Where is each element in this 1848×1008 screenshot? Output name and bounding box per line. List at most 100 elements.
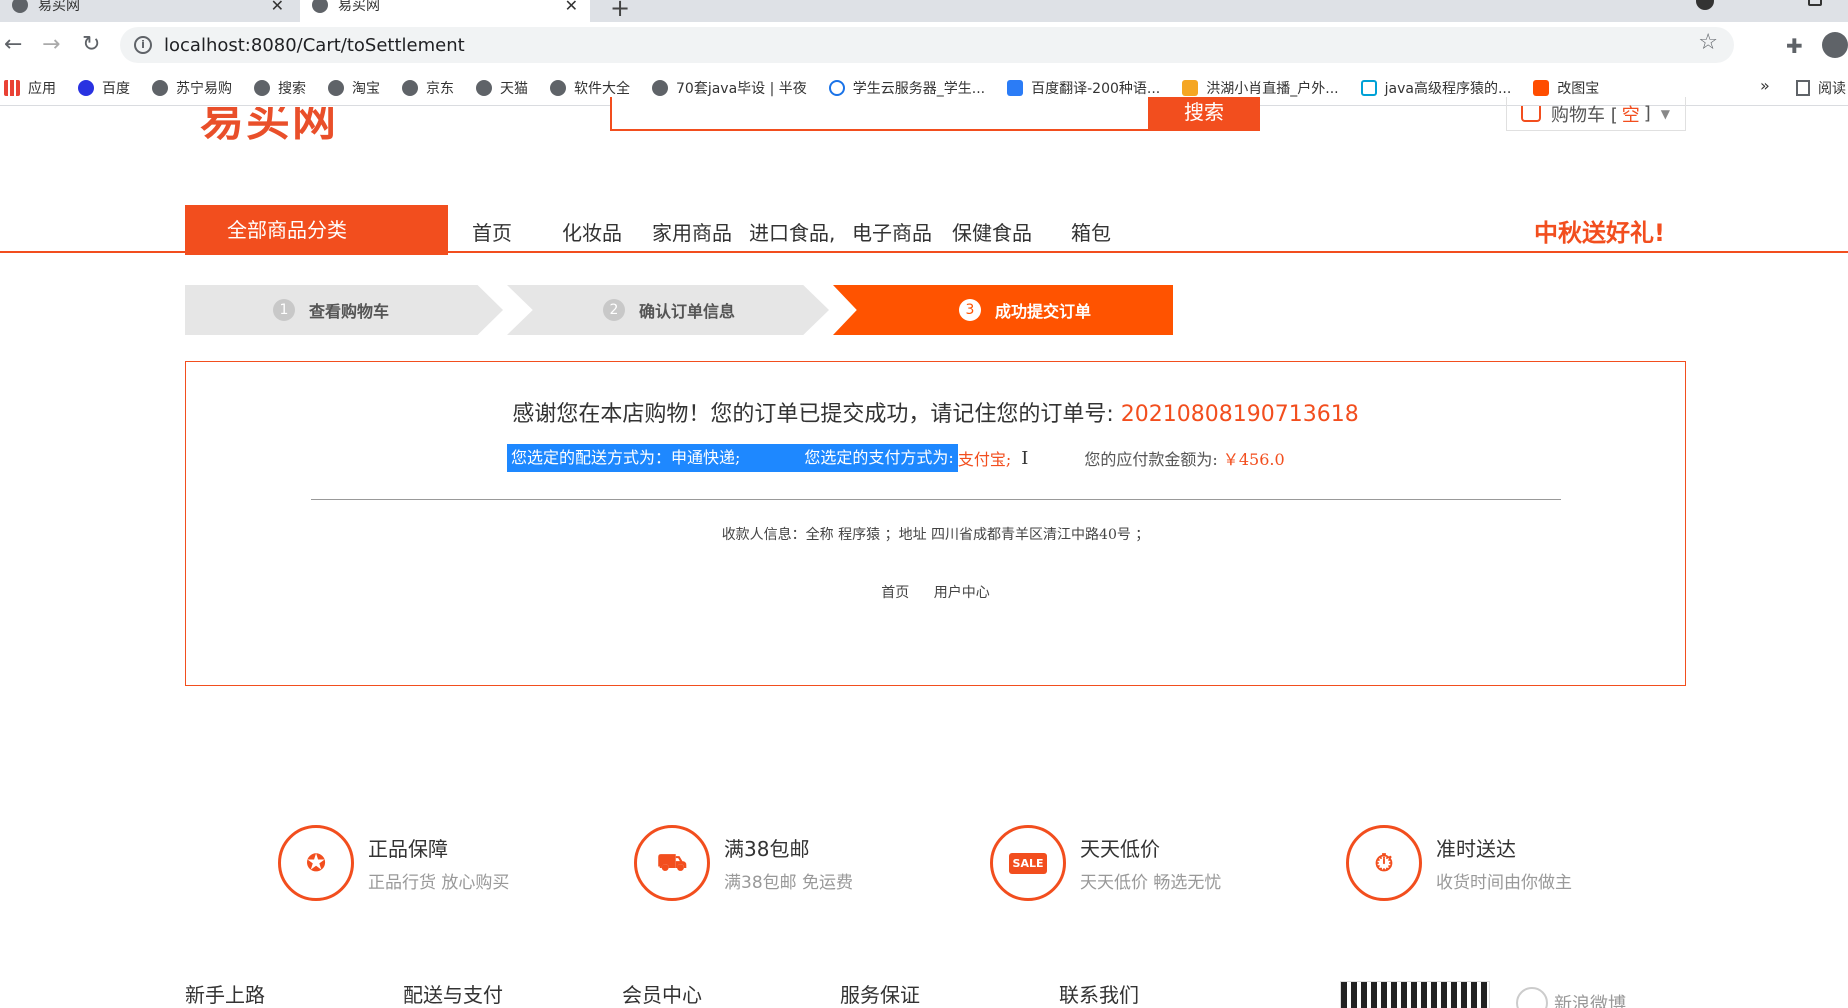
huya-icon xyxy=(1182,79,1199,96)
bookmark-item[interactable]: 搜索 xyxy=(254,78,306,98)
promo-link[interactable]: 中秋送好礼! xyxy=(1534,213,1665,248)
amount-label: 您的应付款金额为: xyxy=(1084,450,1218,469)
shipping-method: 您选定的配送方式为：申通快递; xyxy=(511,448,741,467)
browser-tab-active[interactable]: 易买网 ✕ xyxy=(300,0,590,22)
page-content: 易买网 搜索 购物车 [ 空 ] ▼ 全部商品分类 首页 化妆品 家用商品 进口… xyxy=(0,97,1848,1008)
user-center-link[interactable]: 用户中心 xyxy=(934,585,990,601)
close-icon[interactable]: ✕ xyxy=(271,0,284,15)
tab-title: 易买网 xyxy=(338,0,380,14)
bookmark-item[interactable]: 淘宝 xyxy=(328,78,380,98)
badge-icon: ✪ xyxy=(278,825,354,901)
order-result-panel: 感谢您在本店购物！您的订单已提交成功，请记住您的订单号: 20210808190… xyxy=(185,361,1686,686)
apps-icon xyxy=(4,79,20,96)
feature-title: 满38包邮 xyxy=(724,837,810,861)
bookmark-item[interactable]: 京东 xyxy=(402,78,454,98)
footer-col-delivery[interactable]: 配送与支付 xyxy=(403,979,503,1008)
nav-item-imported-food[interactable]: 进口食品, xyxy=(749,217,835,246)
extensions-icon[interactable]: ✚ xyxy=(1786,34,1803,58)
close-icon[interactable]: ✕ xyxy=(565,0,578,15)
download-icon[interactable] xyxy=(1696,0,1714,10)
feature-subtitle: 收货时间由你做主 xyxy=(1436,873,1572,893)
back-button[interactable]: ← xyxy=(4,32,22,57)
home-link[interactable]: 首页 xyxy=(881,585,909,601)
reading-list-button[interactable]: 阅读 xyxy=(1796,78,1846,98)
bookmark-item[interactable]: 改图宝 xyxy=(1533,78,1599,98)
selected-text: 您选定的配送方式为：申通快递; 您选定的支付方式为: xyxy=(507,444,958,472)
tab-title: 易买网 xyxy=(38,0,80,14)
step-confirm-order: 2 确认订单信息 xyxy=(507,285,829,335)
footer-col-member[interactable]: 会员中心 xyxy=(622,979,702,1008)
nav-item-household[interactable]: 家用商品 xyxy=(652,217,732,246)
bookmark-label: 淘宝 xyxy=(352,80,380,97)
truck-icon: ⛟ xyxy=(634,825,710,901)
bookmark-item[interactable]: 天猫 xyxy=(476,78,528,98)
payment-label: 您选定的支付方式为: xyxy=(804,448,954,467)
footer-col-contact[interactable]: 联系我们 xyxy=(1059,979,1139,1008)
result-links: 首页 用户中心 xyxy=(186,582,1685,602)
weibo-link[interactable]: 新浪微博 xyxy=(1516,987,1626,1008)
bookmark-item[interactable]: 学生云服务器_学生... xyxy=(828,78,986,98)
search-input[interactable] xyxy=(610,97,1150,131)
globe-icon xyxy=(476,79,492,96)
site-logo[interactable]: 易买网 xyxy=(200,107,338,143)
feature-title: 准时送达 xyxy=(1436,837,1516,861)
bookmark-item[interactable]: java高级程序猿的... xyxy=(1360,78,1512,98)
globe-icon xyxy=(328,79,344,96)
footer-col-service[interactable]: 服务保证 xyxy=(840,979,920,1008)
baidu-icon xyxy=(78,79,94,96)
forward-button[interactable]: → xyxy=(42,32,60,57)
bookmark-label: 改图宝 xyxy=(1557,80,1600,97)
bookmark-label: 应用 xyxy=(28,80,56,97)
cart-count: 空 xyxy=(1621,104,1640,126)
cart-icon xyxy=(1521,105,1541,122)
bookmark-label: java高级程序猿的... xyxy=(1384,80,1512,97)
footer-col-newbie[interactable]: 新手上路 xyxy=(185,979,265,1008)
bookmark-label: 学生云服务器_学生... xyxy=(852,80,986,97)
bookmark-item[interactable]: 苏宁易购 xyxy=(152,78,232,98)
feature-title: 正品保障 xyxy=(368,837,448,861)
globe-icon xyxy=(254,79,270,96)
bookmark-item[interactable]: 70套java毕设 | 半夜 xyxy=(652,78,807,98)
nav-item-bags[interactable]: 箱包 xyxy=(1071,217,1111,246)
url-text[interactable]: localhost:8080/Cart/toSettlement xyxy=(164,35,465,56)
step-number: 2 xyxy=(603,299,625,321)
bookmark-label: 天猫 xyxy=(500,80,528,97)
cart-label: 购物车 [ xyxy=(1551,104,1618,126)
amount-due: 您的应付款金额为: ￥456.0 xyxy=(1084,446,1284,470)
reload-button[interactable]: ↻ xyxy=(82,32,100,57)
search-button[interactable]: 搜索 xyxy=(1148,97,1260,131)
globe-icon xyxy=(12,0,28,13)
bookmark-item[interactable]: 软件大全 xyxy=(550,78,630,98)
feature-low-price: SALE 天天低价 天天低价 畅选无忧 xyxy=(990,825,1221,901)
stopwatch-icon: ⏱ xyxy=(1346,825,1422,901)
bookmark-item[interactable]: 百度翻译-200种语... xyxy=(1007,78,1160,98)
profile-avatar[interactable] xyxy=(1822,32,1848,58)
feature-title: 天天低价 xyxy=(1080,837,1160,861)
bookmark-label: 百度 xyxy=(102,80,130,97)
bookmark-label: 苏宁易购 xyxy=(176,80,232,97)
bookmark-item[interactable]: 洪湖小肖直播_户外... xyxy=(1182,78,1339,98)
nav-item-health-food[interactable]: 保健食品 xyxy=(952,217,1032,246)
new-tab-button[interactable]: + xyxy=(610,0,630,22)
bookmark-star-icon[interactable]: ☆ xyxy=(1698,30,1718,55)
cart-button[interactable]: 购物车 [ 空 ] ▼ xyxy=(1506,97,1686,131)
feature-subtitle: 正品行货 放心购买 xyxy=(368,873,510,893)
nav-item-cosmetics[interactable]: 化妆品 xyxy=(562,217,622,246)
browser-toolbar: ← → ↻ i localhost:8080/Cart/toSettlement… xyxy=(0,22,1848,70)
globe-icon xyxy=(402,79,418,96)
bookmark-label: 百度翻译-200种语... xyxy=(1031,80,1161,97)
browser-tab[interactable]: 易买网 ✕ xyxy=(0,0,296,22)
address-bar[interactable]: i localhost:8080/Cart/toSettlement ☆ xyxy=(120,27,1734,63)
window-icon[interactable] xyxy=(1808,0,1822,6)
bookmark-item[interactable]: 应用 xyxy=(4,78,56,98)
nav-item-home[interactable]: 首页 xyxy=(472,217,512,246)
bookmarks-overflow-button[interactable]: » xyxy=(1760,76,1770,95)
sale-icon: SALE xyxy=(990,825,1066,901)
info-icon[interactable]: i xyxy=(134,36,152,54)
sale-tag: SALE xyxy=(1008,852,1048,874)
bookmark-item[interactable]: 百度 xyxy=(78,78,130,98)
order-number: 20210808190713618 xyxy=(1120,402,1359,427)
all-categories-button[interactable]: 全部商品分类 xyxy=(185,205,448,255)
feature-genuine: ✪ 正品保障正品行货 放心购买 xyxy=(278,825,509,901)
nav-item-electronics[interactable]: 电子商品 xyxy=(852,217,932,246)
